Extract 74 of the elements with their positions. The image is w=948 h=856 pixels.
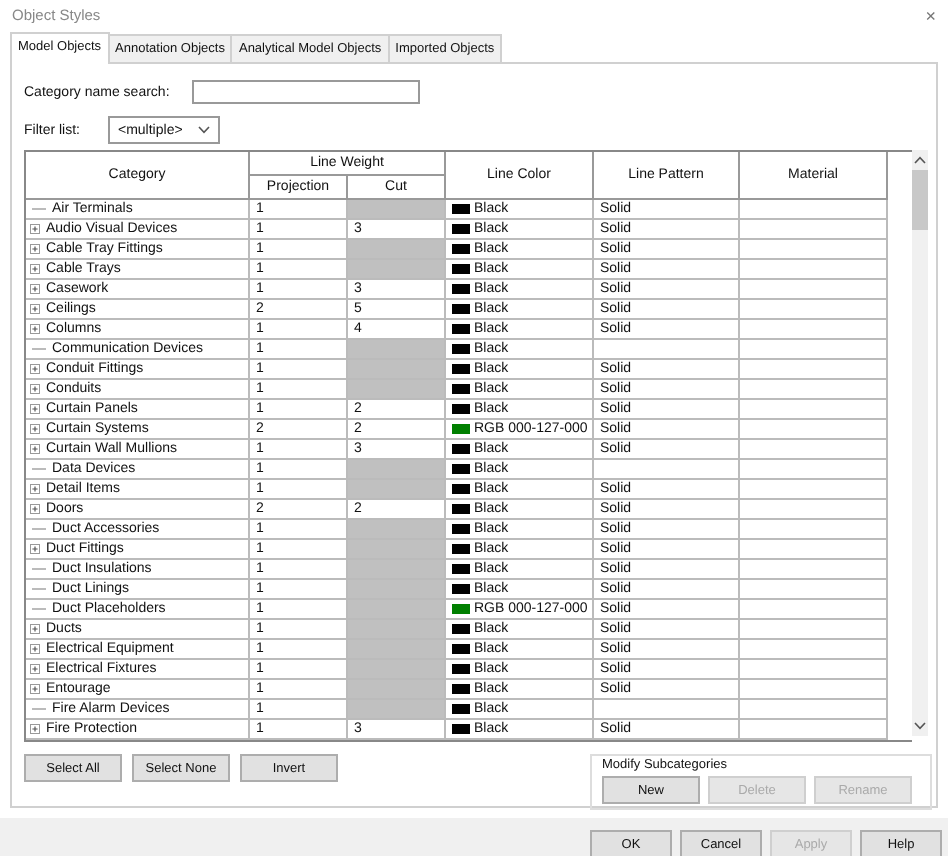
table-cell[interactable]: [740, 520, 888, 540]
table-cell[interactable]: [740, 380, 888, 400]
expand-icon[interactable]: [30, 644, 40, 654]
table-cell[interactable]: [740, 400, 888, 420]
chevron-down-icon[interactable]: [914, 722, 926, 730]
table-cell[interactable]: [740, 300, 888, 320]
table-cell[interactable]: [740, 480, 888, 500]
table-cell[interactable]: [740, 200, 888, 220]
table-cell[interactable]: [348, 260, 446, 280]
table-cell[interactable]: [594, 700, 740, 720]
table-cell[interactable]: [740, 500, 888, 520]
expand-icon[interactable]: [30, 264, 40, 274]
table-cell[interactable]: [348, 340, 446, 360]
table-cell[interactable]: [348, 460, 446, 480]
table-cell[interactable]: [740, 660, 888, 680]
table-cell[interactable]: [348, 620, 446, 640]
table-cell[interactable]: [740, 620, 888, 640]
expand-icon[interactable]: [30, 544, 40, 554]
table-cell[interactable]: [348, 660, 446, 680]
table-cell[interactable]: [740, 280, 888, 300]
expand-icon[interactable]: [30, 664, 40, 674]
table-cell[interactable]: [348, 520, 446, 540]
table-cell[interactable]: [740, 680, 888, 700]
table-cell[interactable]: [740, 360, 888, 380]
table-cell[interactable]: [348, 700, 446, 720]
expand-icon[interactable]: [30, 424, 40, 434]
table-cell[interactable]: [594, 460, 740, 480]
chevron-down-icon: [198, 126, 210, 134]
table-cell[interactable]: [348, 680, 446, 700]
chevron-up-icon[interactable]: [914, 156, 926, 164]
expand-icon[interactable]: [30, 504, 40, 514]
table-cell[interactable]: [740, 440, 888, 460]
table-cell[interactable]: [740, 340, 888, 360]
table-cell[interactable]: [348, 240, 446, 260]
expand-icon[interactable]: [30, 384, 40, 394]
expand-icon[interactable]: [30, 404, 40, 414]
table-cell[interactable]: [740, 560, 888, 580]
table-cell[interactable]: [348, 540, 446, 560]
expand-icon[interactable]: [30, 624, 40, 634]
expand-icon[interactable]: [30, 244, 40, 254]
table-cell[interactable]: [348, 200, 446, 220]
table-cell[interactable]: [348, 640, 446, 660]
table-cell[interactable]: [740, 460, 888, 480]
table-cell[interactable]: [348, 380, 446, 400]
table-cell[interactable]: [740, 540, 888, 560]
table-cell[interactable]: [348, 480, 446, 500]
table-cell[interactable]: [740, 240, 888, 260]
table-cell[interactable]: [348, 360, 446, 380]
table-cell[interactable]: [594, 340, 740, 360]
table-cell[interactable]: [740, 720, 888, 740]
expand-icon[interactable]: [30, 304, 40, 314]
search-field[interactable]: [192, 80, 420, 104]
expand-icon[interactable]: [30, 324, 40, 334]
table-cell[interactable]: [740, 220, 888, 240]
expand-icon[interactable]: [30, 484, 40, 494]
expand-icon[interactable]: [30, 224, 40, 234]
table-cell[interactable]: [740, 580, 888, 600]
table-cell[interactable]: [740, 420, 888, 440]
expand-icon[interactable]: [30, 684, 40, 694]
table-cell[interactable]: [348, 560, 446, 580]
expand-icon[interactable]: [30, 444, 40, 454]
table-cell[interactable]: [740, 600, 888, 620]
scrollbar[interactable]: [912, 150, 928, 736]
table-cell[interactable]: [740, 700, 888, 720]
close-button[interactable]: ×: [925, 5, 936, 25]
expand-icon[interactable]: [30, 724, 40, 734]
expand-icon[interactable]: [30, 284, 40, 294]
table-cell[interactable]: [740, 260, 888, 280]
table-cell[interactable]: [740, 320, 888, 340]
table-cell[interactable]: [740, 640, 888, 660]
expand-icon[interactable]: [30, 364, 40, 374]
table-cell[interactable]: [348, 600, 446, 620]
scrollbar-thumb[interactable]: [912, 170, 928, 230]
table-cell[interactable]: [348, 580, 446, 600]
